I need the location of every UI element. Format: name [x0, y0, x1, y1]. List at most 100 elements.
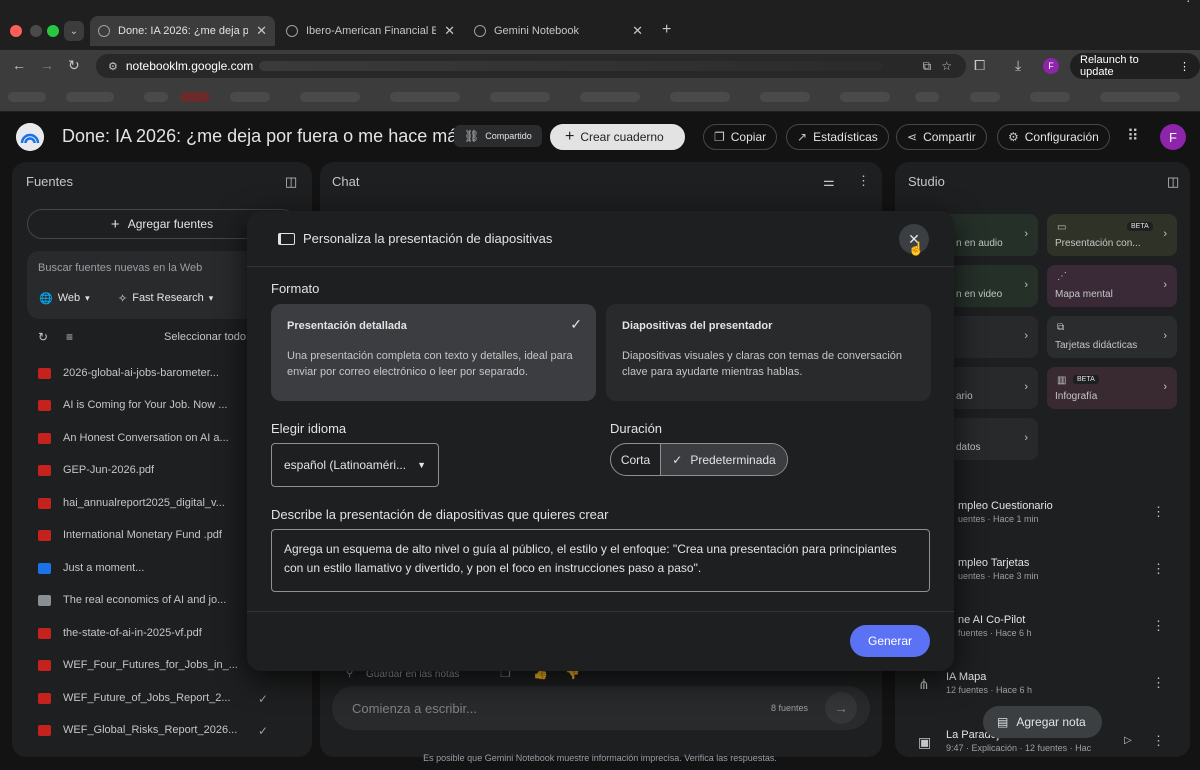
tab-title: Ibero-American Financial Edu	[306, 25, 436, 37]
bookmark-item[interactable]	[66, 92, 114, 102]
sort-icon[interactable]: ≡	[66, 330, 73, 344]
studio-note[interactable]: IA Mapa 12 fuentes · Hace 6 h	[946, 671, 1032, 695]
forward-arrow-icon[interactable]: →	[40, 57, 54, 73]
collapse-panel-icon[interactable]: ◫	[285, 174, 297, 190]
bookmark-item[interactable]	[390, 92, 460, 102]
tab-menu-icon[interactable]: ·	[1186, 0, 1191, 8]
browser-tab-2[interactable]: Ibero-American Financial Edu ✕	[278, 16, 463, 46]
source-item[interactable]: WEF_Four_Futures_for_Jobs_in_...	[38, 655, 238, 675]
tune-icon[interactable]: ⚌	[823, 174, 835, 190]
source-item[interactable]: International Monetary Fund .pdf	[38, 525, 222, 545]
close-tab-icon[interactable]: ✕	[444, 23, 455, 39]
address-bar[interactable]: ⚙ notebooklm.google.com ⧉ ☆	[96, 54, 966, 78]
create-notebook-button[interactable]: + Crear cuaderno	[550, 124, 685, 150]
install-app-icon[interactable]: ⧉	[923, 59, 932, 74]
source-checkbox[interactable]: ✓	[258, 724, 268, 738]
copy-button[interactable]: ❐ Copiar	[703, 124, 778, 150]
more-vert-icon[interactable]: ⋮	[1152, 561, 1165, 577]
bookmark-item[interactable]	[760, 92, 810, 102]
settings-button[interactable]: ⚙ Configuración	[997, 124, 1110, 150]
profile-avatar[interactable]: F	[1043, 58, 1059, 74]
source-item[interactable]: An Honest Conversation on AI a...	[38, 428, 229, 448]
more-vert-icon[interactable]: ⋮	[1152, 618, 1165, 634]
source-item[interactable]: GEP-Jun-2026.pdf	[38, 460, 154, 480]
source-checkbox[interactable]: ✓	[258, 692, 268, 706]
more-vert-icon[interactable]: ⋮	[1179, 60, 1190, 73]
studio-card-mindmap[interactable]: ⋰ Mapa mental ›	[1047, 265, 1177, 307]
close-window-button[interactable]	[10, 25, 22, 37]
browser-tab-3[interactable]: Gemini Notebook ✕	[466, 16, 651, 46]
new-tab-button[interactable]: +	[662, 21, 671, 39]
tab-search-chevron-icon[interactable]: ⌄	[64, 21, 84, 41]
close-tab-icon[interactable]: ✕	[632, 23, 643, 39]
more-vert-icon[interactable]: ⋮	[857, 173, 870, 189]
add-note-button[interactable]: ▤ Agregar nota	[983, 706, 1102, 738]
card-label: Infografía	[1055, 391, 1098, 402]
bookmark-item[interactable]	[1100, 92, 1180, 102]
bookmark-item[interactable]	[230, 92, 270, 102]
bookmark-item[interactable]	[915, 92, 939, 102]
source-item[interactable]: WEF_Future_of_Jobs_Report_2...	[38, 688, 231, 708]
studio-card-presentation[interactable]: ▭ BETA Presentación con... ›	[1047, 214, 1177, 256]
source-item[interactable]: hai_annualreport2025_digital_v...	[38, 493, 225, 513]
more-vert-icon[interactable]: ⋮	[1152, 733, 1165, 749]
studio-card-flashcards[interactable]: ⧉ Tarjetas didácticas ›	[1047, 316, 1177, 358]
studio-note[interactable]: mpleo Cuestionario uentes · Hace 1 min	[958, 500, 1053, 524]
format-option-presenter[interactable]: Diapositivas del presentador Diapositiva…	[606, 304, 931, 401]
minimize-window-button[interactable]	[30, 25, 42, 37]
refresh-icon[interactable]: ↻	[38, 330, 48, 344]
chat-input[interactable]: Comienza a escribir...	[352, 701, 477, 716]
source-item[interactable]: The real economics of AI and jo...	[38, 590, 226, 610]
search-sources-input[interactable]: Buscar fuentes nuevas en la Web	[38, 262, 202, 274]
duration-default-option[interactable]: ✓ Predeterminada	[661, 444, 787, 475]
close-tab-icon[interactable]: ✕	[256, 23, 267, 39]
describe-textarea[interactable]: Agrega un esquema de alto nivel o guía a…	[271, 529, 930, 592]
send-arrow-icon[interactable]: →	[825, 692, 857, 724]
site-settings-icon[interactable]: ⚙	[108, 60, 118, 73]
bookmark-item[interactable]	[670, 92, 730, 102]
reload-icon[interactable]: ↻	[68, 57, 80, 74]
bookmark-item[interactable]	[490, 92, 550, 102]
bookmark-star-icon[interactable]: ☆	[941, 59, 952, 73]
play-icon[interactable]: ▷	[1124, 735, 1132, 746]
bookmark-item[interactable]	[144, 92, 168, 102]
notebook-logo-icon[interactable]	[16, 123, 44, 151]
browser-tab-1[interactable]: Done: IA 2026: ¿me deja por fu ✕	[90, 16, 275, 46]
bookmark-item[interactable]	[8, 92, 46, 102]
web-filter-dropdown[interactable]: 🌐 Web ▾	[33, 288, 96, 308]
relaunch-to-update-button[interactable]: Relaunch to update ⋮	[1070, 53, 1200, 79]
bookmark-item[interactable]	[1030, 92, 1070, 102]
collapse-panel-icon[interactable]: ◫	[1167, 174, 1179, 190]
duration-short-option[interactable]: Corta	[611, 444, 661, 475]
bookmark-item[interactable]	[970, 92, 1000, 102]
extensions-puzzle-icon[interactable]: ⧠	[974, 57, 985, 74]
language-select[interactable]: español (Latinoaméri... ▼	[271, 443, 439, 487]
bookmark-item[interactable]	[580, 92, 640, 102]
stats-button[interactable]: ↗ Estadísticas	[786, 124, 889, 150]
back-arrow-icon[interactable]: ←	[12, 57, 26, 73]
apps-grid-icon[interactable]: ⠿	[1127, 126, 1139, 146]
more-vert-icon[interactable]: ⋮	[1152, 675, 1165, 691]
generate-button[interactable]: Generar	[850, 625, 930, 657]
source-item[interactable]: Just a moment...	[38, 558, 144, 578]
research-mode-dropdown[interactable]: ✧ Fast Research ▾	[112, 288, 219, 308]
source-item[interactable]: AI is Coming for Your Job. Now ...	[38, 395, 227, 415]
source-item[interactable]: the-state-of-ai-in-2025-vf.pdf	[38, 623, 202, 643]
source-item[interactable]: WEF_Global_Risks_Report_2026...	[38, 720, 237, 740]
avatar[interactable]: F	[1160, 124, 1186, 150]
studio-card-infographic[interactable]: ▥ BETA Infografía ›	[1047, 367, 1177, 409]
studio-note[interactable]: ne AI Co-Pilot fuentes · Hace 6 h	[958, 614, 1032, 638]
share-label: Compartir	[923, 130, 976, 144]
bookmark-item[interactable]	[180, 92, 210, 102]
bookmark-item[interactable]	[840, 92, 890, 102]
source-item[interactable]: 2026-global-ai-jobs-barometer...	[38, 363, 219, 383]
select-all-label[interactable]: Seleccionar todo	[164, 331, 246, 343]
format-option-detailed[interactable]: Presentación detallada Una presentación …	[271, 304, 596, 401]
download-icon[interactable]: ⤓	[1015, 57, 1021, 74]
maximize-window-button[interactable]	[47, 25, 59, 37]
studio-note[interactable]: mpleo Tarjetas uentes · Hace 3 min	[958, 557, 1039, 581]
more-vert-icon[interactable]: ⋮	[1152, 504, 1165, 520]
share-button[interactable]: ⋖ Compartir	[896, 124, 987, 150]
notebook-title[interactable]: Done: IA 2026: ¿me deja por fuera o me h…	[62, 126, 466, 147]
bookmark-item[interactable]	[300, 92, 360, 102]
